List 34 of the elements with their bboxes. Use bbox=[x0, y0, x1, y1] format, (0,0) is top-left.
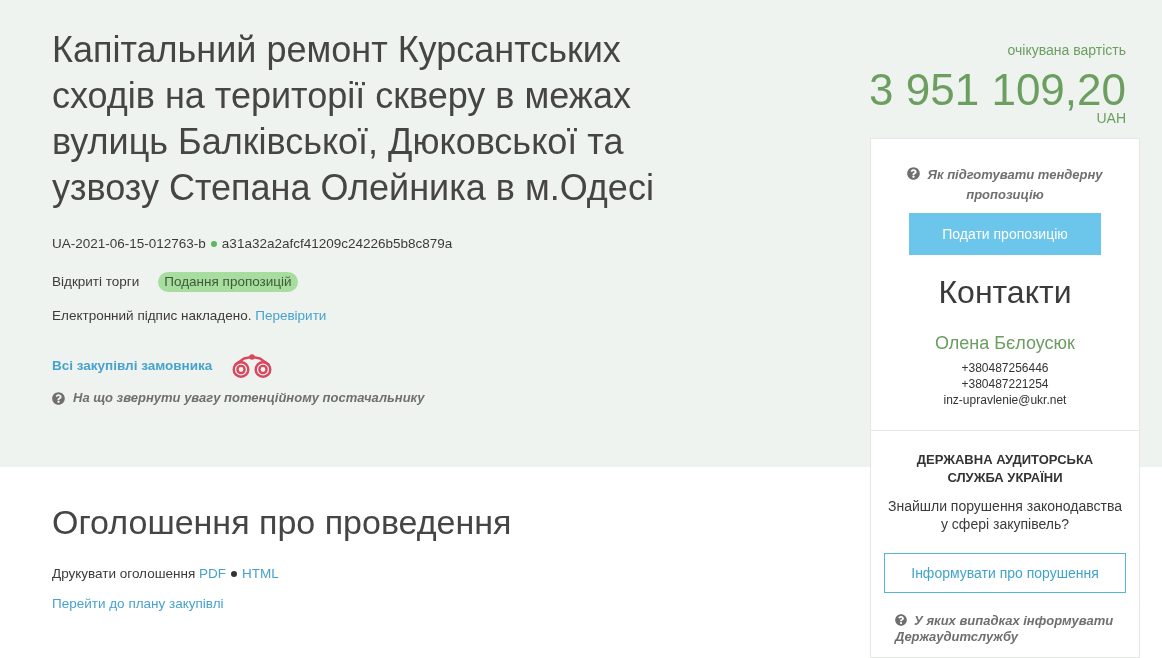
help-icon bbox=[52, 391, 65, 405]
audit-question: Знайшли порушення законодавства у сфері закупівель? bbox=[886, 497, 1124, 533]
help-icon bbox=[895, 614, 907, 626]
status-dot-icon bbox=[210, 241, 217, 247]
audit-service-title: ДЕРЖАВНА АУДИТОРСЬКА СЛУЖБА УКРАЇНИ bbox=[915, 451, 1095, 487]
tender-id: UA-2021-06-15-012763-b bbox=[52, 235, 206, 253]
currency-label: UAH bbox=[1096, 110, 1126, 126]
print-format-link[interactable]: HTML bbox=[242, 565, 279, 583]
verify-link[interactable]: Перевірити bbox=[255, 307, 327, 325]
audit-help-link[interactable]: У яких випадках інформувати Держаудитслужбу bbox=[884, 613, 1114, 645]
contact-phone: +380487256446 bbox=[961, 360, 1049, 376]
print-format-link[interactable]: PDF bbox=[199, 565, 226, 583]
tender-title: Капітальний ремонт Курсантських сходів на території скверу в межах вулиць Балківської, Дюковської та узвозу Степана Олейника в м.Одесі bbox=[52, 28, 655, 210]
procurement-plan-link[interactable]: Перейти до плану закупівлі bbox=[52, 595, 224, 613]
contact-name: Олена Бєлоусюк bbox=[935, 332, 1075, 355]
contact-phone: +380487221254 bbox=[961, 376, 1049, 392]
print-label: Друкувати оголошення bbox=[52, 565, 196, 583]
procedure-type: Відкриті торги bbox=[52, 273, 140, 291]
submit-proposal-button[interactable]: Подати пропозицію bbox=[909, 213, 1101, 255]
supplier-hint-link[interactable]: На що звернути увагу потенційному постачальнику bbox=[52, 389, 425, 407]
contacts-heading: Контакти bbox=[938, 273, 1072, 312]
contact-email: inz-upravlenie@ukr.net bbox=[943, 392, 1067, 408]
customer-tenders-link[interactable]: Всі закупівлі замовника bbox=[52, 357, 213, 375]
help-icon bbox=[907, 167, 921, 180]
proposal-help-link[interactable]: Як підготувати тендерну пропозицію bbox=[905, 165, 1105, 205]
binoculars-icon bbox=[231, 354, 274, 378]
price-label: очікувана вартість bbox=[1007, 42, 1126, 58]
separator-dot-icon bbox=[231, 571, 237, 577]
tender-hash: a31a32a2afcf41209c24226b5b8c879a bbox=[221, 235, 453, 253]
status-badge: Подання пропозицій bbox=[158, 272, 298, 292]
report-violation-button[interactable]: Інформувати про порушення bbox=[884, 553, 1126, 593]
signature-text: Електронний підпис накладено. bbox=[52, 307, 252, 325]
section-heading: Оголошення про проведення bbox=[52, 502, 512, 543]
price-amount: 3 951 109,20 bbox=[869, 68, 1126, 112]
